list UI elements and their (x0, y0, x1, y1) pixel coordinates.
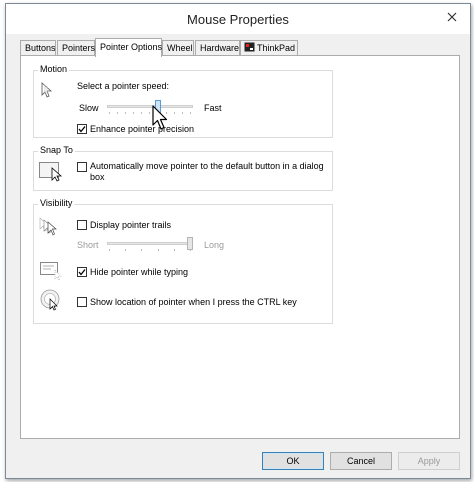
show-location-checkbox[interactable] (77, 297, 87, 307)
hide-pointer-icon (40, 261, 66, 284)
trails-length-ticks (109, 249, 191, 251)
tab-thinkpad-label: ThinkPad (257, 43, 296, 53)
cancel-button[interactable]: Cancel (330, 452, 392, 470)
enhance-precision-label: Enhance pointer precision (90, 124, 195, 134)
apply-button[interactable]: Apply (398, 452, 460, 470)
close-button[interactable] (442, 8, 462, 26)
ok-button[interactable]: OK (262, 452, 324, 470)
tab-wheel[interactable]: Wheel (162, 40, 194, 56)
show-location-label: Show location of pointer when I press th… (90, 297, 297, 307)
tab-thinkpad[interactable]: ThinkPad (240, 40, 298, 56)
tab-buttons[interactable]: Buttons (20, 40, 56, 56)
snap-to-group: Snap To Automatically move pointer to th… (33, 145, 333, 191)
show-location-icon (40, 289, 62, 314)
thinkpad-icon (244, 42, 255, 52)
pointer-options-panel: Motion Select a pointer speed: Slow Fast… (20, 55, 460, 439)
visibility-group: Visibility Display pointer trails Short … (33, 198, 333, 324)
pointer-trails-icon (39, 217, 61, 240)
checkmark-icon (78, 126, 86, 133)
tab-pointers[interactable]: Pointers (57, 40, 95, 56)
short-label: Short (77, 240, 99, 250)
snap-to-icon (39, 160, 67, 185)
hide-pointer-label: Hide pointer while typing (90, 267, 189, 277)
trails-length-slider-thumb[interactable] (187, 237, 193, 250)
pointer-trails-label: Display pointer trails (90, 220, 172, 230)
mouse-cursor-icon (152, 105, 168, 134)
motion-icon (40, 81, 58, 102)
title-bar: Mouse Properties (6, 4, 470, 34)
mouse-properties-window: Mouse Properties Buttons Pointers Pointe… (5, 3, 471, 479)
snap-to-group-title: Snap To (38, 145, 75, 155)
tab-pointer-options[interactable]: Pointer Options (95, 38, 162, 57)
pointer-speed-slider-track[interactable] (107, 105, 193, 108)
enhance-precision-checkbox[interactable] (77, 124, 87, 134)
motion-group: Motion Select a pointer speed: Slow Fast… (33, 64, 333, 138)
pointer-speed-label: Select a pointer speed: (77, 81, 170, 91)
fast-label: Fast (204, 103, 222, 113)
slow-label: Slow (79, 103, 99, 113)
pointer-trails-checkbox[interactable] (77, 220, 87, 230)
motion-group-title: Motion (38, 64, 70, 74)
trails-length-slider-track[interactable] (107, 242, 193, 245)
long-label: Long (204, 240, 225, 250)
visibility-group-title: Visibility (38, 198, 75, 208)
hide-pointer-checkbox[interactable] (77, 267, 87, 277)
snap-to-label: Automatically move pointer to the defaul… (90, 161, 324, 182)
checkmark-icon (78, 269, 86, 276)
close-icon (447, 12, 457, 22)
pointer-speed-ticks (109, 112, 191, 114)
window-title: Mouse Properties (187, 12, 289, 27)
snap-to-checkbox[interactable] (77, 162, 87, 172)
tab-hardware[interactable]: Hardware (195, 40, 240, 56)
